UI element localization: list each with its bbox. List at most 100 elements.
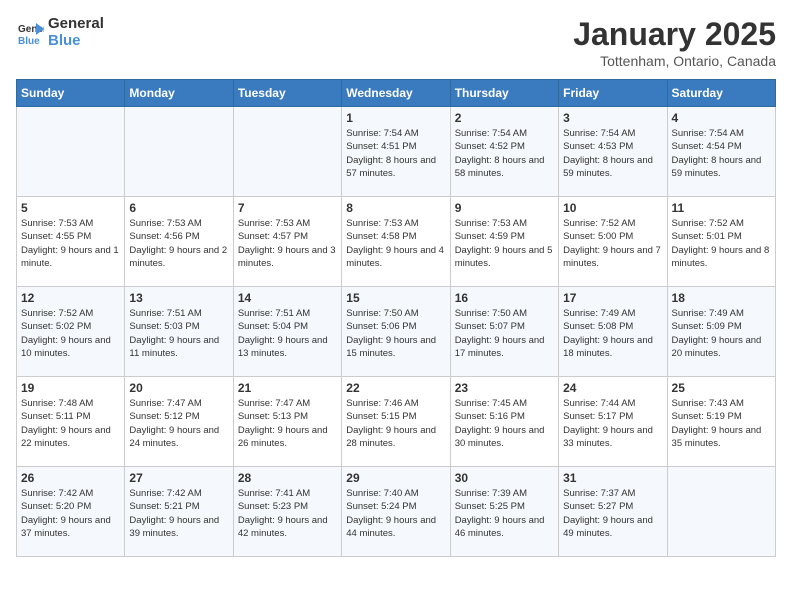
weekday-header: Tuesday xyxy=(233,80,341,107)
day-number: 12 xyxy=(21,291,120,305)
title-block: January 2025 Tottenham, Ontario, Canada xyxy=(573,16,776,69)
weekday-header: Saturday xyxy=(667,80,775,107)
day-number: 23 xyxy=(455,381,554,395)
calendar-day-cell: 10 Sunrise: 7:52 AM Sunset: 5:00 PM Dayli… xyxy=(559,197,667,287)
day-number: 1 xyxy=(346,111,445,125)
day-number: 20 xyxy=(129,381,228,395)
page-header: General Blue General Blue January 2025 T… xyxy=(16,16,776,69)
calendar-day-cell: 7 Sunrise: 7:53 AM Sunset: 4:57 PM Daylig… xyxy=(233,197,341,287)
day-number: 22 xyxy=(346,381,445,395)
day-info: Sunrise: 7:54 AM Sunset: 4:52 PM Dayligh… xyxy=(455,127,554,180)
calendar-day-cell: 15Sunrise: 7:50 AM Sunset: 5:06 PM Dayli… xyxy=(342,287,450,377)
day-info: Sunrise: 7:54 AM Sunset: 4:53 PM Dayligh… xyxy=(563,127,662,180)
day-info: Sunrise: 7:54 AM Sunset: 4:51 PM Dayligh… xyxy=(346,127,445,180)
day-number: 4 xyxy=(672,111,771,125)
calendar-day-cell: 28Sunrise: 7:41 AM Sunset: 5:23 PM Dayli… xyxy=(233,467,341,557)
day-number: 5 xyxy=(21,201,120,215)
calendar-day-cell: 1 Sunrise: 7:54 AM Sunset: 4:51 PM Daylig… xyxy=(342,107,450,197)
day-info: Sunrise: 7:39 AM Sunset: 5:25 PM Dayligh… xyxy=(455,487,554,540)
calendar-day-cell: 16 Sunrise: 7:50 AM Sunset: 5:07 PM Dayli… xyxy=(450,287,558,377)
calendar-day-cell: 29 Sunrise: 7:40 AM Sunset: 5:24 PM Dayli… xyxy=(342,467,450,557)
calendar-day-cell: 30 Sunrise: 7:39 AM Sunset: 5:25 PM Dayli… xyxy=(450,467,558,557)
calendar-day-cell: 23 Sunrise: 7:45 AM Sunset: 5:16 PM Dayli… xyxy=(450,377,558,467)
calendar-day-cell: 4 Sunrise: 7:54 AM Sunset: 4:54 PM Daylig… xyxy=(667,107,775,197)
calendar-week-row: 5 Sunrise: 7:53 AM Sunset: 4:55 PM Daylig… xyxy=(17,197,776,287)
calendar-day-cell: 22 Sunrise: 7:46 AM Sunset: 5:15 PM Dayli… xyxy=(342,377,450,467)
calendar-day-cell: 5 Sunrise: 7:53 AM Sunset: 4:55 PM Daylig… xyxy=(17,197,125,287)
calendar-day-cell: 27 Sunrise: 7:42 AM Sunset: 5:21 PM Dayli… xyxy=(125,467,233,557)
day-info: Sunrise: 7:40 AM Sunset: 5:24 PM Dayligh… xyxy=(346,487,445,540)
day-number: 18 xyxy=(672,291,771,305)
calendar-table: SundayMondayTuesdayWednesdayThursdayFrid… xyxy=(16,79,776,557)
calendar-day-cell: 9 Sunrise: 7:53 AM Sunset: 4:59 PM Daylig… xyxy=(450,197,558,287)
logo-icon: General Blue xyxy=(16,19,44,47)
logo: General Blue General Blue xyxy=(16,16,104,49)
day-number: 3 xyxy=(563,111,662,125)
day-info: Sunrise: 7:42 AM Sunset: 5:21 PM Dayligh… xyxy=(129,487,228,540)
calendar-day-cell: 31Sunrise: 7:37 AM Sunset: 5:27 PM Dayli… xyxy=(559,467,667,557)
calendar-week-row: 19 Sunrise: 7:48 AM Sunset: 5:11 PM Dayli… xyxy=(17,377,776,467)
day-info: Sunrise: 7:47 AM Sunset: 5:12 PM Dayligh… xyxy=(129,397,228,450)
calendar-day-cell: 13Sunrise: 7:51 AM Sunset: 5:03 PM Dayli… xyxy=(125,287,233,377)
calendar-week-row: 12 Sunrise: 7:52 AM Sunset: 5:02 PM Dayli… xyxy=(17,287,776,377)
day-info: Sunrise: 7:53 AM Sunset: 4:58 PM Dayligh… xyxy=(346,217,445,270)
calendar-day-cell: 11 Sunrise: 7:52 AM Sunset: 5:01 PM Dayli… xyxy=(667,197,775,287)
day-info: Sunrise: 7:46 AM Sunset: 5:15 PM Dayligh… xyxy=(346,397,445,450)
calendar-day-cell xyxy=(17,107,125,197)
weekday-header-row: SundayMondayTuesdayWednesdayThursdayFrid… xyxy=(17,80,776,107)
month-title: January 2025 xyxy=(573,16,776,53)
calendar-day-cell xyxy=(125,107,233,197)
day-info: Sunrise: 7:47 AM Sunset: 5:13 PM Dayligh… xyxy=(238,397,337,450)
calendar-day-cell xyxy=(233,107,341,197)
day-info: Sunrise: 7:52 AM Sunset: 5:02 PM Dayligh… xyxy=(21,307,120,360)
calendar-day-cell: 25Sunrise: 7:43 AM Sunset: 5:19 PM Dayli… xyxy=(667,377,775,467)
day-number: 13 xyxy=(129,291,228,305)
day-info: Sunrise: 7:53 AM Sunset: 4:59 PM Dayligh… xyxy=(455,217,554,270)
calendar-day-cell xyxy=(667,467,775,557)
weekday-header: Thursday xyxy=(450,80,558,107)
calendar-week-row: 26Sunrise: 7:42 AM Sunset: 5:20 PM Dayli… xyxy=(17,467,776,557)
day-info: Sunrise: 7:52 AM Sunset: 5:01 PM Dayligh… xyxy=(672,217,771,270)
day-number: 28 xyxy=(238,471,337,485)
day-number: 27 xyxy=(129,471,228,485)
day-info: Sunrise: 7:49 AM Sunset: 5:09 PM Dayligh… xyxy=(672,307,771,360)
logo-general: General xyxy=(48,15,104,32)
day-info: Sunrise: 7:53 AM Sunset: 4:56 PM Dayligh… xyxy=(129,217,228,270)
day-info: Sunrise: 7:48 AM Sunset: 5:11 PM Dayligh… xyxy=(21,397,120,450)
calendar-day-cell: 24Sunrise: 7:44 AM Sunset: 5:17 PM Dayli… xyxy=(559,377,667,467)
day-number: 16 xyxy=(455,291,554,305)
calendar-day-cell: 3 Sunrise: 7:54 AM Sunset: 4:53 PM Daylig… xyxy=(559,107,667,197)
day-number: 10 xyxy=(563,201,662,215)
day-info: Sunrise: 7:54 AM Sunset: 4:54 PM Dayligh… xyxy=(672,127,771,180)
day-number: 26 xyxy=(21,471,120,485)
weekday-header: Sunday xyxy=(17,80,125,107)
calendar-day-cell: 6 Sunrise: 7:53 AM Sunset: 4:56 PM Daylig… xyxy=(125,197,233,287)
svg-text:Blue: Blue xyxy=(18,36,40,47)
day-info: Sunrise: 7:50 AM Sunset: 5:07 PM Dayligh… xyxy=(455,307,554,360)
day-number: 29 xyxy=(346,471,445,485)
day-number: 9 xyxy=(455,201,554,215)
weekday-header: Monday xyxy=(125,80,233,107)
day-info: Sunrise: 7:43 AM Sunset: 5:19 PM Dayligh… xyxy=(672,397,771,450)
day-number: 30 xyxy=(455,471,554,485)
calendar-day-cell: 12 Sunrise: 7:52 AM Sunset: 5:02 PM Dayli… xyxy=(17,287,125,377)
day-number: 21 xyxy=(238,381,337,395)
calendar-day-cell: 2Sunrise: 7:54 AM Sunset: 4:52 PM Daylig… xyxy=(450,107,558,197)
day-info: Sunrise: 7:45 AM Sunset: 5:16 PM Dayligh… xyxy=(455,397,554,450)
calendar-day-cell: 18 Sunrise: 7:49 AM Sunset: 5:09 PM Dayli… xyxy=(667,287,775,377)
weekday-header: Friday xyxy=(559,80,667,107)
day-number: 8 xyxy=(346,201,445,215)
day-info: Sunrise: 7:52 AM Sunset: 5:00 PM Dayligh… xyxy=(563,217,662,270)
day-info: Sunrise: 7:44 AM Sunset: 5:17 PM Dayligh… xyxy=(563,397,662,450)
day-number: 11 xyxy=(672,201,771,215)
day-info: Sunrise: 7:53 AM Sunset: 4:55 PM Dayligh… xyxy=(21,217,120,270)
day-info: Sunrise: 7:51 AM Sunset: 5:04 PM Dayligh… xyxy=(238,307,337,360)
day-number: 17 xyxy=(563,291,662,305)
logo-blue: Blue xyxy=(48,33,104,50)
day-number: 15 xyxy=(346,291,445,305)
day-info: Sunrise: 7:53 AM Sunset: 4:57 PM Dayligh… xyxy=(238,217,337,270)
day-number: 7 xyxy=(238,201,337,215)
day-number: 6 xyxy=(129,201,228,215)
day-number: 19 xyxy=(21,381,120,395)
calendar-day-cell: 17Sunrise: 7:49 AM Sunset: 5:08 PM Dayli… xyxy=(559,287,667,377)
